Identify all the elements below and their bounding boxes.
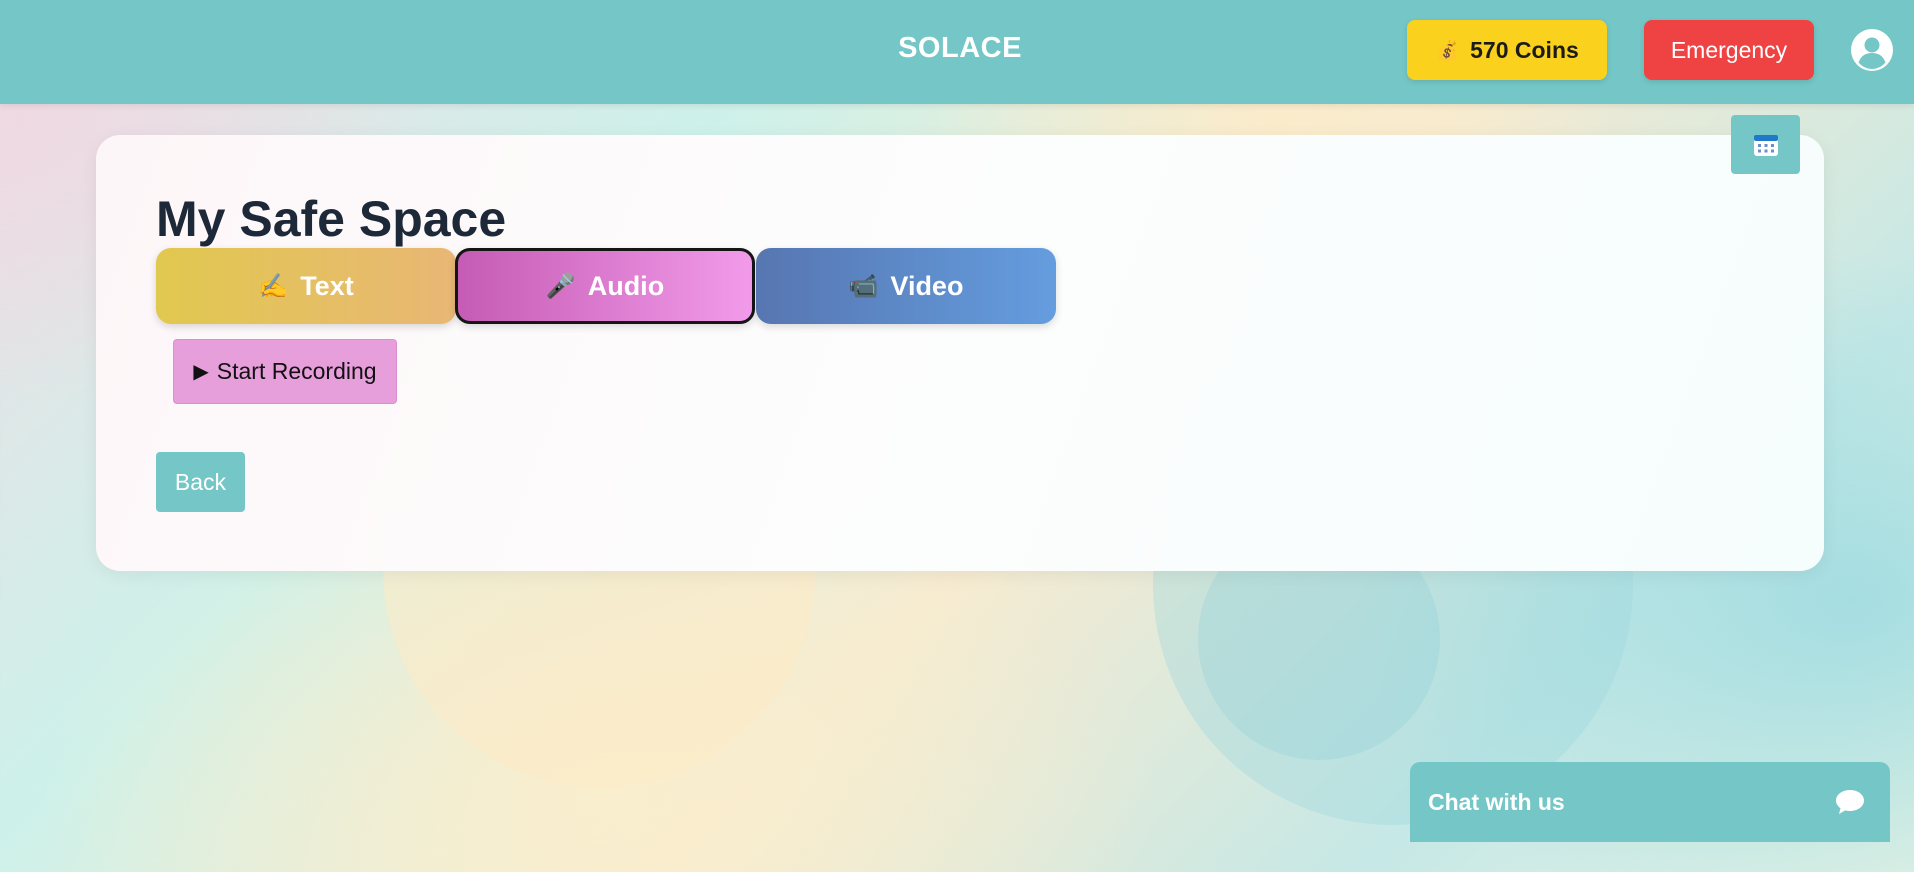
page-title: My Safe Space (156, 191, 507, 247)
money-bag-icon: 💰 (1435, 39, 1461, 62)
text-mode-button[interactable]: ✍️ Text (156, 248, 456, 324)
coins-button[interactable]: 💰 570 Coins (1407, 20, 1607, 80)
coins-label: 570 Coins (1470, 36, 1579, 63)
video-mode-label: Video (890, 270, 964, 301)
emergency-label: Emergency (1670, 36, 1788, 63)
back-button[interactable]: Back (156, 452, 245, 512)
video-camera-icon: 📹 (848, 272, 879, 300)
text-mode-label: Text (300, 270, 354, 301)
top-header: SOLACE 💰 570 Coins Emergency (0, 0, 1914, 104)
start-recording-label: Start Recording (216, 358, 377, 384)
audio-mode-button[interactable]: 🎤 Audio (455, 248, 755, 324)
user-avatar-icon (1851, 29, 1893, 71)
chat-bubble-icon (1836, 790, 1864, 814)
calendar-button[interactable] (1731, 115, 1800, 174)
play-icon: ▶ (193, 361, 209, 383)
start-recording-button[interactable]: ▶ Start Recording (173, 339, 397, 404)
calendar-icon (1753, 134, 1778, 156)
microphone-icon: 🎤 (545, 272, 576, 300)
chat-label: Chat with us (1428, 788, 1565, 815)
audio-mode-label: Audio (587, 270, 665, 301)
video-mode-button[interactable]: 📹 Video (756, 248, 1056, 324)
brand-title: SOLACE (898, 32, 1022, 64)
profile-button[interactable] (1850, 28, 1894, 72)
emergency-button[interactable]: Emergency (1644, 20, 1814, 80)
writing-hand-icon: ✍️ (258, 272, 289, 300)
back-label: Back (174, 468, 227, 495)
chat-widget-button[interactable]: Chat with us (1410, 762, 1890, 842)
